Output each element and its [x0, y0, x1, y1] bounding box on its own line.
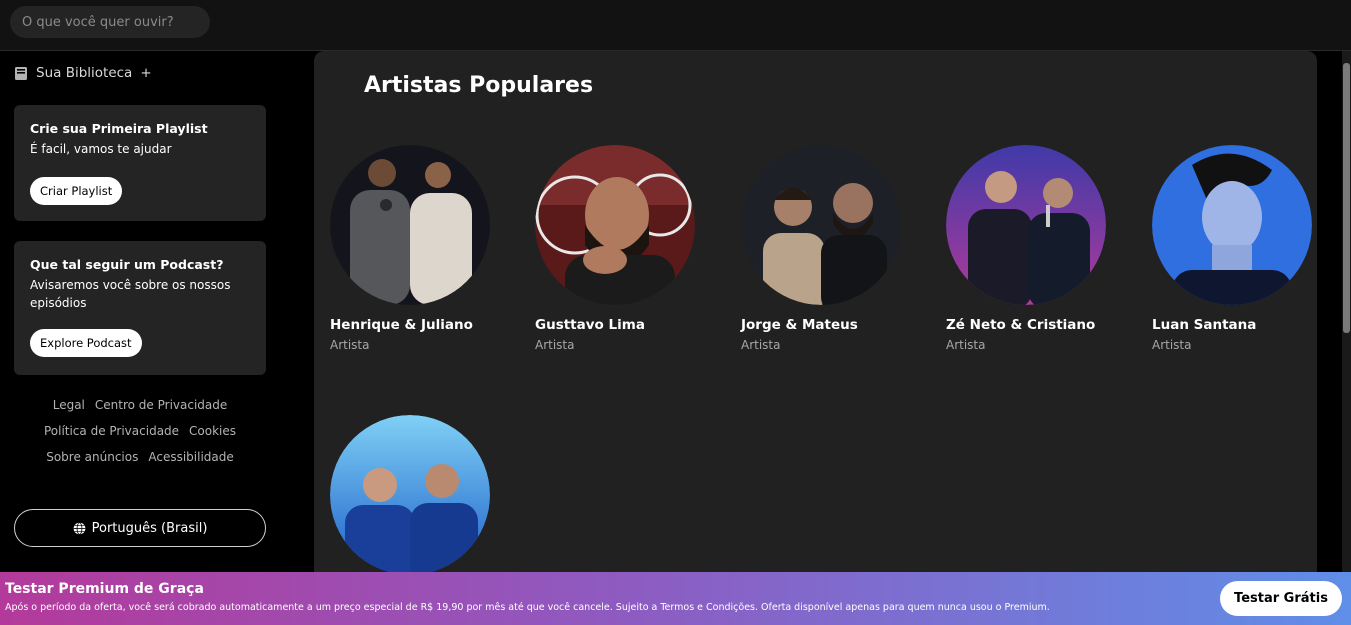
link-privacy-policy[interactable]: Política de Privacidade [44, 424, 179, 438]
section-title: Artistas Populares [364, 73, 594, 98]
footer-links: Legal Centro de Privacidade Política de P… [14, 392, 266, 470]
artist-card[interactable]: Jorge & Mateus Artista [741, 145, 911, 352]
search-input[interactable] [10, 6, 210, 38]
artist-role: Artista [330, 338, 370, 352]
page-scrollbar[interactable] [1342, 51, 1351, 572]
create-playlist-title: Crie sua Primeira Playlist [30, 121, 208, 136]
link-privacy-center[interactable]: Centro de Privacidade [95, 398, 227, 412]
link-legal[interactable]: Legal [53, 398, 85, 412]
main-panel: Artistas Populares Henrique & Juliano Ar… [314, 51, 1317, 611]
artist-card[interactable] [330, 415, 500, 575]
artist-photo [330, 415, 490, 575]
artist-role: Artista [1152, 338, 1192, 352]
create-playlist-subtitle: É facil, vamos te ajudar [30, 142, 172, 156]
artist-photo [535, 145, 695, 305]
artist-name: Henrique & Juliano [330, 317, 473, 333]
add-library-button[interactable]: + [140, 65, 151, 81]
artist-name: Gusttavo Lima [535, 317, 645, 333]
artist-card[interactable]: Zé Neto & Cristiano Artista [946, 145, 1116, 352]
link-accessibility[interactable]: Acessibilidade [148, 450, 233, 464]
explore-podcast-button[interactable]: Explore Podcast [30, 329, 142, 357]
create-playlist-card: Crie sua Primeira Playlist É facil, vamo… [14, 105, 266, 221]
artist-name: Zé Neto & Cristiano [946, 317, 1096, 333]
language-label: Português (Brasil) [91, 520, 208, 536]
library-icon [15, 66, 27, 80]
artist-photo [1152, 145, 1312, 305]
try-free-button[interactable]: Testar Grátis [1220, 581, 1342, 616]
top-bar [0, 0, 1351, 51]
language-button[interactable]: Português (Brasil) [14, 509, 266, 547]
artist-photo [330, 145, 490, 305]
artist-name: Luan Santana [1152, 317, 1257, 333]
artist-card[interactable]: Henrique & Juliano Artista [330, 145, 500, 352]
artist-photo [741, 145, 901, 305]
sidebar: Sua Biblioteca + Crie sua Primeira Playl… [0, 52, 280, 572]
link-about-ads[interactable]: Sobre anúncios [46, 450, 138, 464]
library-header[interactable]: Sua Biblioteca + [14, 65, 152, 81]
artist-role: Artista [535, 338, 575, 352]
premium-banner[interactable]: Testar Premium de Graça Após o período d… [0, 572, 1351, 625]
library-label: Sua Biblioteca [36, 65, 133, 81]
banner-title: Testar Premium de Graça [5, 581, 204, 597]
link-cookies[interactable]: Cookies [189, 424, 236, 438]
create-playlist-button[interactable]: Criar Playlist [30, 177, 123, 205]
podcast-title: Que tal seguir um Podcast? [30, 257, 224, 272]
banner-subtitle: Após o período da oferta, você será cobr… [5, 602, 1050, 613]
podcast-subtitle: Avisaremos você sobre os nossos episódio… [30, 278, 231, 310]
artist-name: Jorge & Mateus [741, 317, 858, 333]
podcast-card: Que tal seguir um Podcast? Avisaremos vo… [14, 241, 266, 375]
scroll-thumb[interactable] [1343, 63, 1350, 333]
globe-icon [73, 521, 85, 535]
artist-photo [946, 145, 1106, 305]
artist-card[interactable]: Gusttavo Lima Artista [535, 145, 705, 352]
artist-role: Artista [741, 338, 781, 352]
artist-role: Artista [946, 338, 986, 352]
artist-card[interactable]: Luan Santana Artista [1152, 145, 1322, 352]
